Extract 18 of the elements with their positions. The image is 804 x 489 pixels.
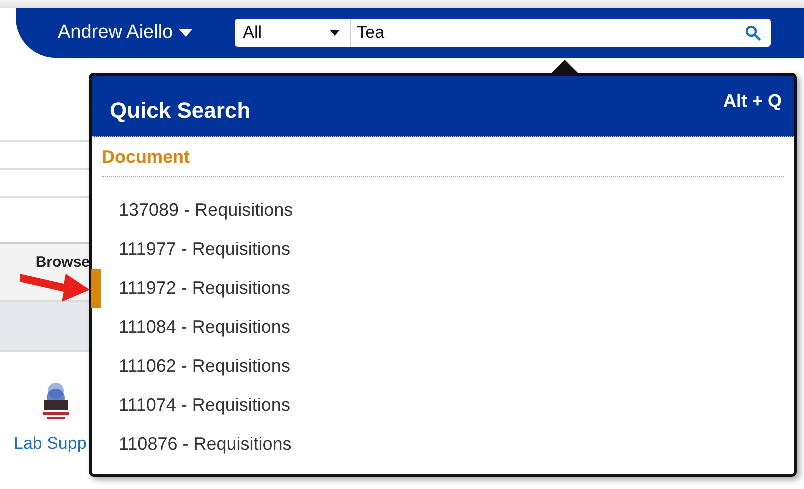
column-heading: Browse [36,254,90,271]
search-icon[interactable] [745,25,762,41]
search-field[interactable]: All Tea [235,19,772,47]
search-result[interactable]: 110876 - Requisitions [91,425,794,464]
popup-title: Quick Search [110,98,251,124]
shortcut-hint: Alt + Q [723,90,782,112]
user-menu[interactable]: Andrew Aiello [58,22,194,44]
scope-dropdown[interactable]: All [235,19,352,47]
search-result[interactable]: 111977 - Requisitions [91,230,794,269]
search-result[interactable]: 111074 - Requisitions [91,386,794,425]
search-result[interactable]: 111084 - Requisitions [91,308,794,347]
search-result[interactable]: 111062 - Requisitions [91,347,794,386]
section-heading: Document [102,147,784,177]
caret-icon [330,30,340,36]
link[interactable]: Lab Supp [14,434,90,454]
caret-icon [179,28,194,38]
search-result[interactable]: 137089 - Requisitions [91,191,794,230]
search-result[interactable]: 111972 - Requisitions [91,269,794,308]
